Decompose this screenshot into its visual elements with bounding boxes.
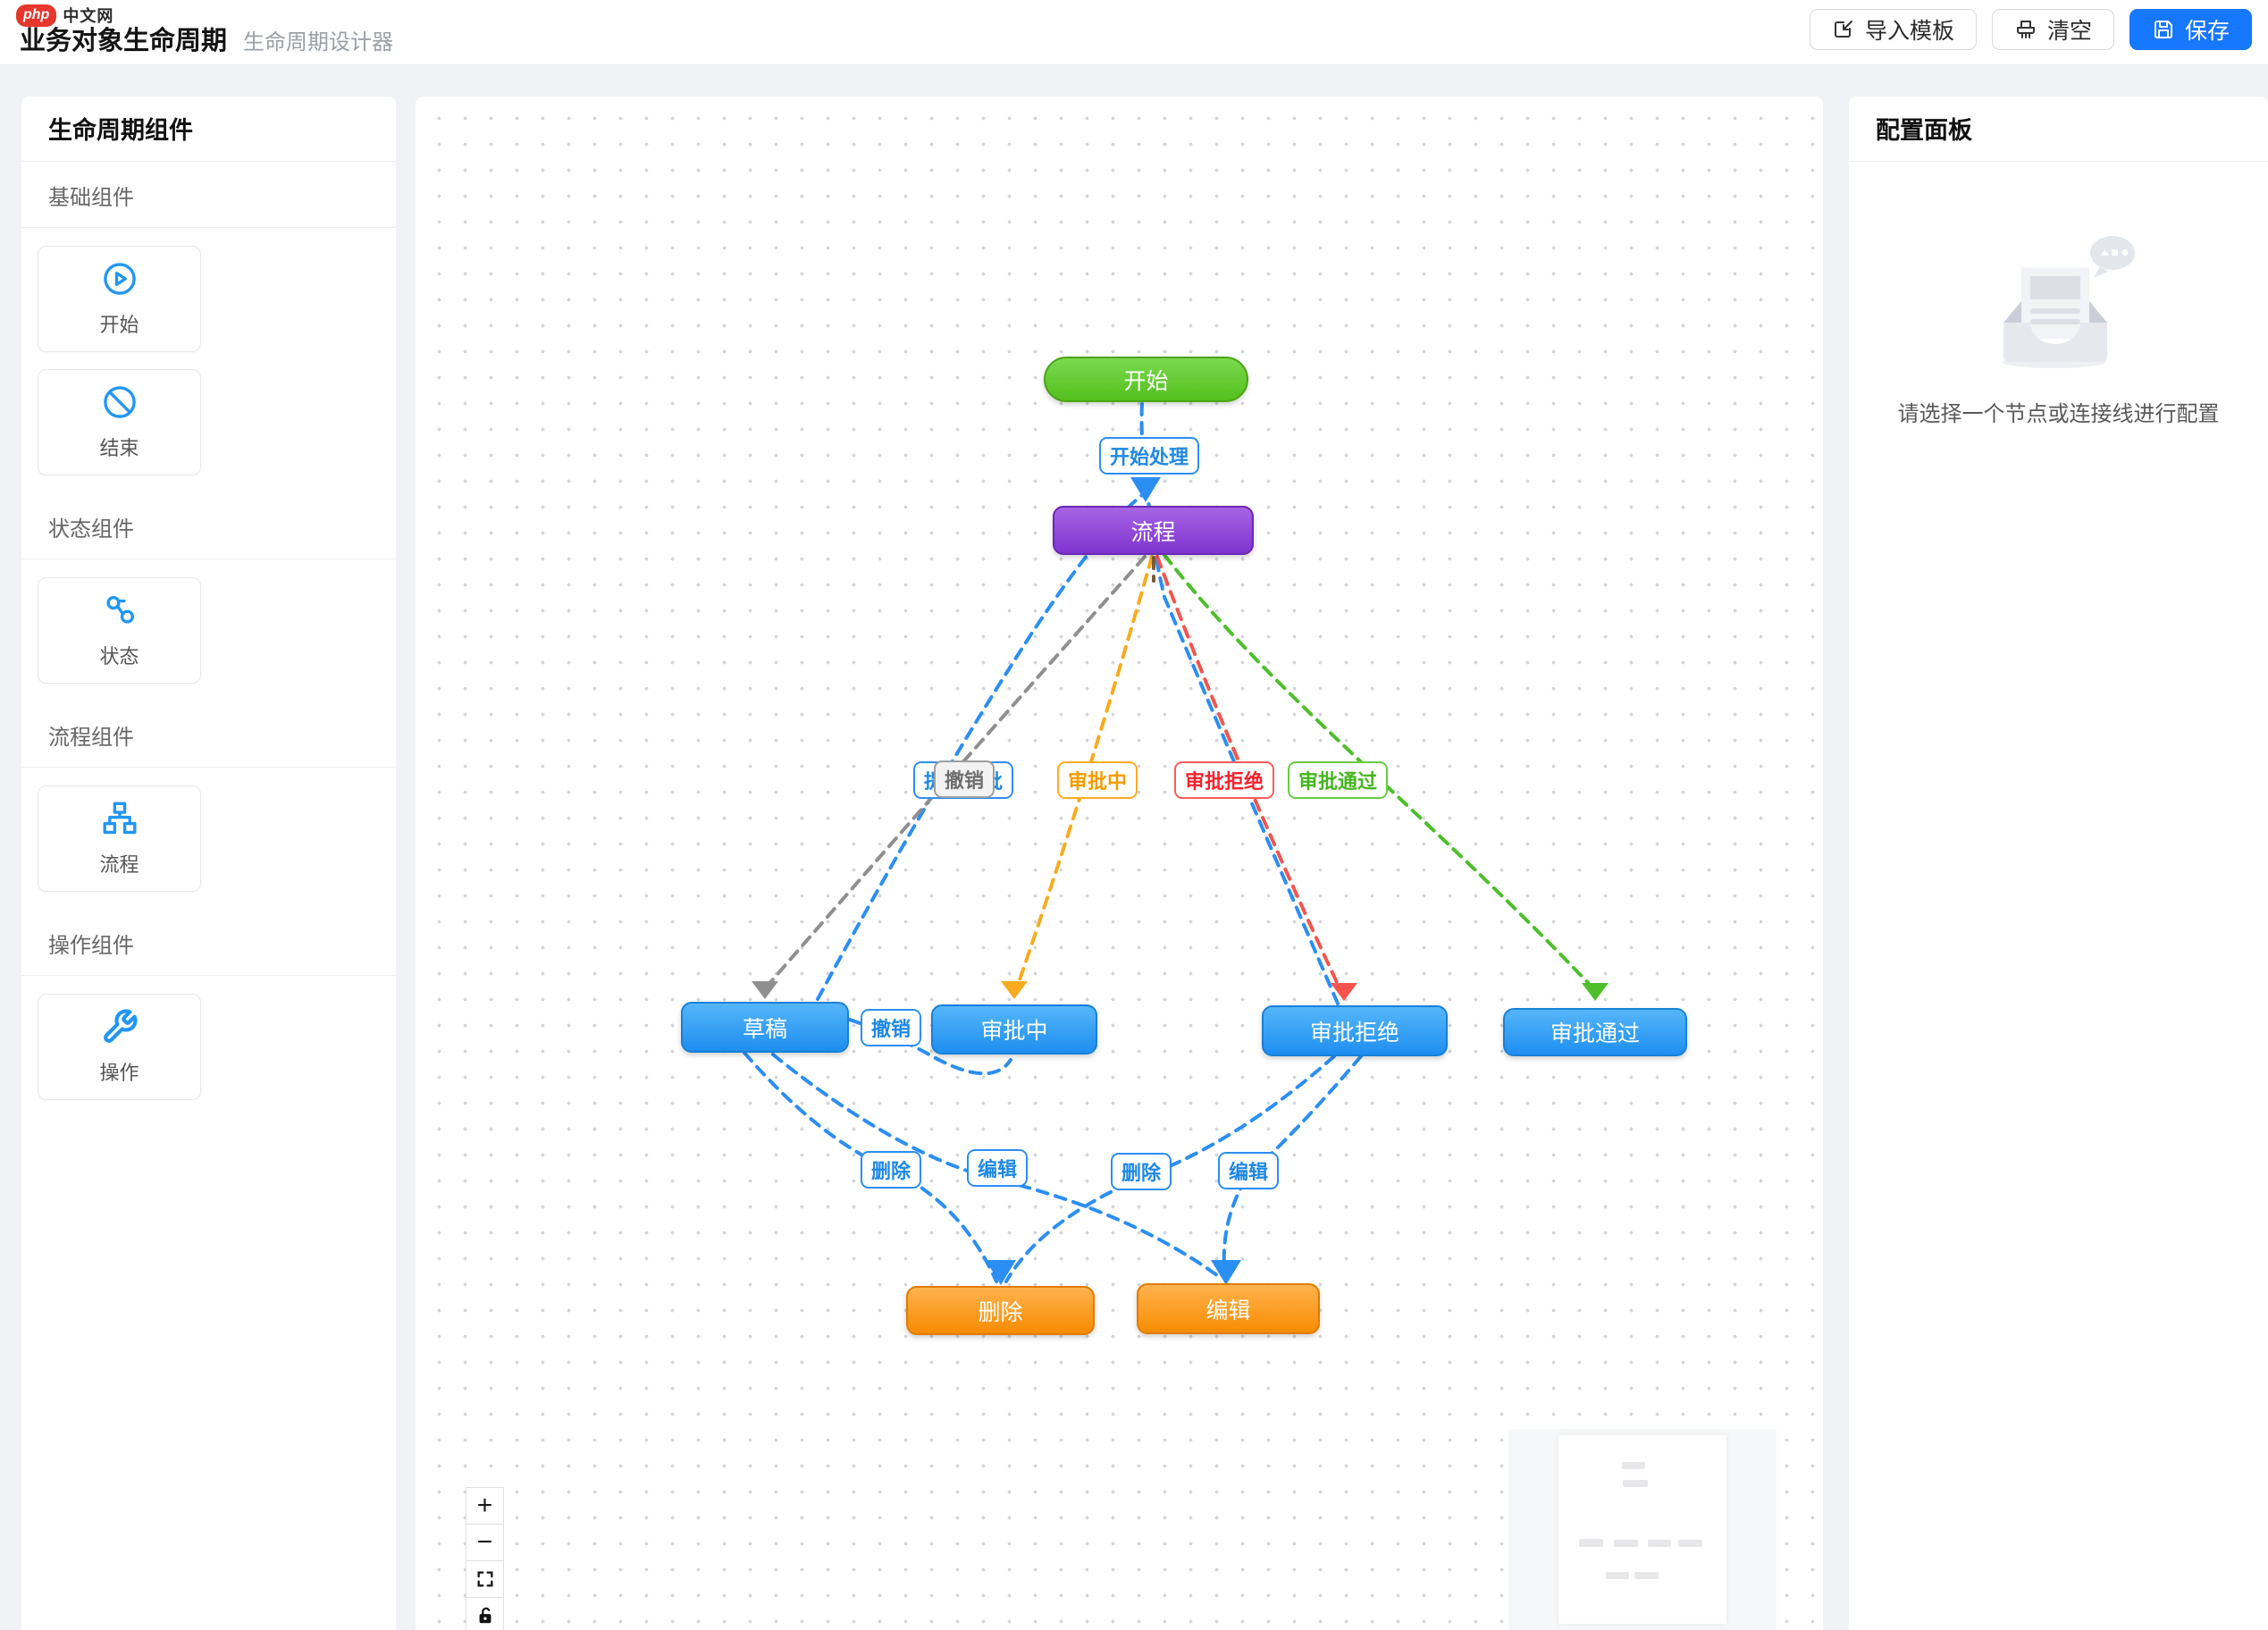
edge-draft-to-process[interactable] — [818, 495, 1142, 999]
zoom-in-button[interactable]: + — [466, 1487, 504, 1525]
section-label-state: 状态组件 — [21, 493, 396, 559]
arrowhead-draft — [752, 981, 778, 999]
config-empty-state: 请选择一个节点或连接线进行配置 — [1849, 230, 2268, 427]
section-label-flow: 流程组件 — [21, 702, 396, 768]
zoom-out-icon: − — [477, 1527, 493, 1558]
header-actions: 导入模板 清空 保存 — [1810, 9, 2252, 50]
node-rejected[interactable]: 审批拒绝 — [1262, 1005, 1448, 1056]
save-label: 保存 — [2185, 13, 2230, 46]
edge-label-edit-from-rejected[interactable]: 编辑 — [1218, 1152, 1279, 1189]
empty-inbox-illustration — [1970, 230, 2148, 373]
component-card-action[interactable]: 操作 — [38, 994, 201, 1100]
edge-rejected-to-process[interactable] — [1148, 499, 1338, 1004]
edge-label-start-process[interactable]: 开始处理 — [1099, 437, 1199, 475]
minimap-node — [1579, 1539, 1603, 1547]
section-label-basic: 基础组件 — [21, 162, 396, 228]
page-subtitle: 生命周期设计器 — [243, 24, 393, 55]
minimap-viewport[interactable] — [1558, 1435, 1726, 1624]
zoom-out-button[interactable]: − — [466, 1524, 504, 1561]
node-edit[interactable]: 编辑 — [1137, 1283, 1320, 1334]
section-basic-cards: 开始 结束 — [21, 228, 396, 493]
node-delete[interactable]: 删除 — [906, 1286, 1095, 1335]
arrowhead-approved — [1582, 983, 1609, 1001]
node-approving[interactable]: 审批中 — [931, 1004, 1097, 1054]
component-card-label: 状态 — [99, 641, 139, 669]
section-label-action: 操作组件 — [21, 910, 396, 976]
wrench-icon — [101, 1008, 139, 1046]
import-template-button[interactable]: 导入模板 — [1810, 9, 1977, 50]
lock-button[interactable] — [466, 1597, 504, 1630]
section-state-cards: 状态 — [21, 559, 396, 702]
minimap-node — [1634, 1572, 1659, 1579]
import-icon — [1832, 18, 1855, 41]
component-card-label: 开始 — [99, 309, 139, 338]
component-card-label: 操作 — [99, 1057, 139, 1086]
clear-icon — [2014, 18, 2037, 41]
section-flow-cards: 流程 — [21, 768, 396, 910]
section-action-cards: 操作 — [21, 976, 396, 1118]
config-panel: 配置面板 请选择一个节点或连接线进行配置 — [1849, 97, 2268, 1630]
minimap-node — [1623, 1480, 1648, 1487]
minimap-node — [1622, 1462, 1645, 1469]
minimap-node — [1614, 1540, 1638, 1547]
node-draft[interactable]: 草稿 — [681, 1002, 849, 1053]
config-panel-title: 配置面板 — [1849, 97, 2268, 162]
zoom-in-icon: + — [477, 1491, 493, 1521]
zoom-controls: + − — [466, 1488, 504, 1630]
save-icon — [2152, 18, 2175, 41]
edge-label-delete-from-rejected[interactable]: 删除 — [1111, 1153, 1172, 1190]
node-process[interactable]: 流程 — [1053, 506, 1254, 555]
lock-icon — [475, 1606, 495, 1626]
speech-bubble-icon — [2090, 236, 2135, 278]
arrowhead-approving — [1001, 981, 1028, 999]
component-card-flow[interactable]: 流程 — [38, 786, 201, 892]
arrowhead-process — [1130, 477, 1161, 502]
node-approved[interactable]: 审批通过 — [1503, 1008, 1687, 1056]
minimap[interactable] — [1508, 1429, 1777, 1630]
clear-button[interactable]: 清空 — [1992, 9, 2114, 50]
save-button[interactable]: 保存 — [2129, 9, 2252, 50]
edge-label-rejected[interactable]: 审批拒绝 — [1174, 761, 1274, 799]
fit-view-icon — [475, 1569, 495, 1589]
app: { "header": { "logo_badge": "php", "logo… — [0, 0, 2268, 1630]
component-card-end[interactable]: 结束 — [38, 369, 201, 475]
arrowhead-delete — [986, 1260, 1016, 1285]
flow-canvas[interactable]: 开始 流程 草稿 审批中 审批拒绝 审批通过 删除 编辑 开始处理 提交审批 撤… — [416, 97, 1823, 1630]
play-circle-icon — [101, 260, 139, 298]
component-card-state[interactable]: 状态 — [38, 577, 201, 684]
stop-icon — [101, 383, 139, 421]
minimap-node — [1678, 1540, 1702, 1547]
edge-label-revoke[interactable]: 撤销 — [861, 1009, 921, 1046]
import-template-label: 导入模板 — [1865, 13, 1954, 46]
flow-icon — [101, 800, 139, 837]
component-sidebar: 生命周期组件 基础组件 开始 结束 状态组件 状态 流程组件 流程 操作组件 操… — [21, 97, 396, 1630]
component-card-label: 结束 — [99, 433, 139, 461]
component-card-label: 流程 — [99, 849, 139, 878]
edge-label-edit-from-draft[interactable]: 编辑 — [967, 1149, 1028, 1187]
clear-label: 清空 — [2047, 13, 2092, 46]
edge-label-revoke-gray[interactable]: 撤销 — [934, 760, 995, 798]
edge-label-approving[interactable]: 审批中 — [1057, 761, 1138, 799]
config-empty-text: 请选择一个节点或连接线进行配置 — [1898, 396, 2220, 427]
component-card-start[interactable]: 开始 — [38, 246, 201, 352]
node-start[interactable]: 开始 — [1044, 357, 1248, 402]
edges-layer — [416, 97, 1823, 1630]
title-row: 业务对象生命周期 生命周期设计器 — [20, 20, 393, 57]
sidebar-title: 生命周期组件 — [21, 97, 396, 162]
header: php 中文网 业务对象生命周期 生命周期设计器 导入模板 清空 保存 — [0, 0, 2268, 65]
edge-label-approved[interactable]: 审批通过 — [1288, 761, 1388, 799]
edge-label-delete-from-draft[interactable]: 删除 — [861, 1151, 921, 1189]
minimap-node — [1648, 1540, 1671, 1547]
page-title: 业务对象生命周期 — [20, 20, 227, 57]
fit-view-button[interactable] — [466, 1560, 504, 1598]
minimap-node — [1606, 1572, 1629, 1579]
state-icon — [101, 592, 139, 629]
